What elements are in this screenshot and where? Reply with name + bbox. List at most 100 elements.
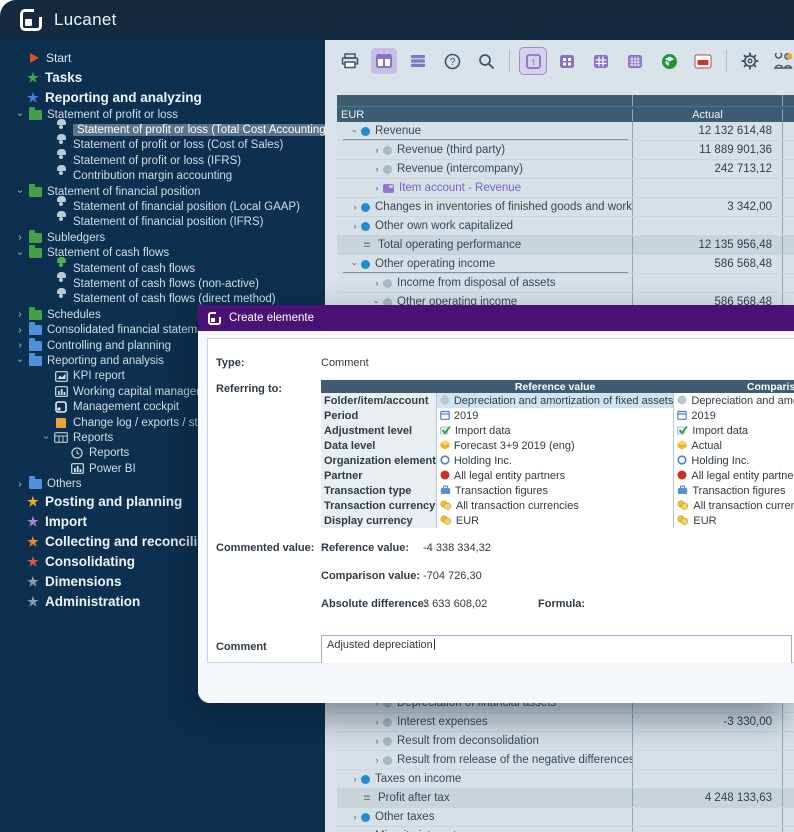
layout-table-icon[interactable] xyxy=(371,48,397,74)
chevron-collapsed-icon[interactable]: › xyxy=(14,479,26,490)
account-node-icon xyxy=(383,737,392,746)
chevron-collapsed-icon[interactable]: › xyxy=(14,325,26,336)
star-icon: ★ xyxy=(26,516,40,528)
sidebar-item-start[interactable]: ›Start xyxy=(0,48,325,67)
ref-table-row-organization-element[interactable]: Organization elementHolding Inc.Holding … xyxy=(321,453,794,468)
sidebar-item-statement-of-profit-or-loss-total-cost-accounting[interactable]: ›Statement of profit or loss (Total Cost… xyxy=(0,122,325,137)
chevron-collapsed-icon[interactable]: › xyxy=(14,232,26,243)
star-icon: ★ xyxy=(26,556,40,568)
cube-yellow-icon xyxy=(440,440,450,450)
table-row-revenue[interactable]: ›Revenue12 132 614,48 xyxy=(337,122,794,141)
chevron-expanded-icon[interactable]: › xyxy=(15,109,26,121)
chevron-collapsed-icon[interactable]: › xyxy=(371,755,383,765)
table-row-other-operating-income[interactable]: ›Other operating income586 568,48 xyxy=(337,255,794,274)
search-icon[interactable] xyxy=(473,48,499,74)
sidebar-item-statement-of-cash-flows[interactable]: ›Statement of cash flows xyxy=(0,246,325,261)
table-row-interest-expenses[interactable]: ›Interest expenses-3 330,00 xyxy=(337,713,794,732)
sidebar-item-subledgers[interactable]: ›Subledgers xyxy=(0,230,325,245)
chevron-expanded-icon[interactable]: › xyxy=(15,186,26,198)
report-card-icon[interactable] xyxy=(690,48,716,74)
grid-icon[interactable] xyxy=(554,48,580,74)
chevron-collapsed-icon[interactable]: › xyxy=(371,164,383,174)
total-equals-icon: = xyxy=(361,791,373,805)
globe-green-icon[interactable] xyxy=(656,48,682,74)
text-cell-icon[interactable]: t xyxy=(520,48,546,74)
sidebar-item-contribution-margin-accounting[interactable]: ›Contribution margin accounting xyxy=(0,169,325,184)
ref-table-row-transaction-currency[interactable]: Transaction currencyAll transaction curr… xyxy=(321,498,794,513)
ref-table-row-partner[interactable]: PartnerAll legal entity partnersAll lega… xyxy=(321,468,794,483)
chevron-expanded-icon[interactable]: › xyxy=(350,258,360,270)
sidebar-item-statement-of-profit-or-loss-cost-of-sales[interactable]: ›Statement of profit or loss (Cost of Sa… xyxy=(0,138,325,153)
chevron-collapsed-icon[interactable]: › xyxy=(14,309,26,320)
chevron-collapsed-icon[interactable]: › xyxy=(14,340,26,351)
chevron-collapsed-icon[interactable]: › xyxy=(371,145,383,155)
sidebar-item-statement-of-cash-flows[interactable]: ›Statement of cash flows xyxy=(0,261,325,276)
chevron-collapsed-icon[interactable]: › xyxy=(371,736,383,746)
person-light-icon xyxy=(54,293,68,305)
chevron-collapsed-icon[interactable]: › xyxy=(349,221,361,231)
users-badge-icon[interactable] xyxy=(771,48,794,74)
chevron-collapsed-icon[interactable]: › xyxy=(371,278,383,288)
ref-table-row-adjustment-level[interactable]: Adjustment levelImport dataImport data xyxy=(321,423,794,438)
table-row-changes-in-inventories-of-finished-goods-and-work[interactable]: ›Changes in inventories of finished good… xyxy=(337,198,794,217)
chevron-collapsed-icon[interactable]: › xyxy=(349,202,361,212)
chevron-collapsed-icon[interactable]: › xyxy=(371,183,383,193)
star-icon: ★ xyxy=(26,536,40,548)
sidebar-item-tasks[interactable]: ›★Tasks xyxy=(0,67,325,87)
table-row-taxes-on-income[interactable]: ›Taxes on income xyxy=(337,770,794,789)
account-node-icon xyxy=(383,756,392,765)
comparison-value-label: Comparison value: xyxy=(321,570,420,582)
sidebar-item-statement-of-financial-position-local-gaap[interactable]: ›Statement of financial position (Local … xyxy=(0,199,325,214)
table-row-result-from-release-of-the-negative-differences[interactable]: ›Result from release of the negative dif… xyxy=(337,751,794,770)
actual-value xyxy=(633,770,783,788)
sidebar-item-statement-of-financial-position-ifrs[interactable]: ›Statement of financial position (IFRS) xyxy=(0,215,325,230)
ref-table-row-period[interactable]: Period20192019 xyxy=(321,408,794,423)
item-account-icon xyxy=(383,184,394,193)
table-row-income-from-disposal-of-assets[interactable]: ›Income from disposal of assets xyxy=(337,274,794,293)
table-row-result-from-deconsolidation[interactable]: ›Result from deconsolidation xyxy=(337,732,794,751)
table-row-revenue-intercompany[interactable]: ›Revenue (intercompany)242 713,12 xyxy=(337,160,794,179)
sidebar-item-statement-of-profit-or-loss-ifrs[interactable]: ›Statement of profit or loss (IFRS) xyxy=(0,153,325,168)
chevron-collapsed-icon[interactable]: › xyxy=(349,812,361,822)
table-row-other-own-work-capitalized[interactable]: ›Other own work capitalized xyxy=(337,217,794,236)
folder-green-icon xyxy=(28,109,42,121)
gear-icon[interactable] xyxy=(737,48,763,74)
print-icon[interactable] xyxy=(337,48,363,74)
ref-table-row-display-currency[interactable]: Display currencyEUREUR xyxy=(321,513,794,528)
chevron-expanded-icon[interactable]: › xyxy=(15,355,26,367)
table-row-total-operating-performance[interactable]: ›=Total operating performance12 135 956,… xyxy=(337,236,794,255)
actual-value xyxy=(633,217,783,235)
check-green-icon xyxy=(677,425,688,435)
sidebar-item-statement-of-profit-or-loss[interactable]: ›Statement of profit or loss xyxy=(0,107,325,122)
chevron-collapsed-icon[interactable]: › xyxy=(349,774,361,784)
chevron-expanded-icon[interactable]: › xyxy=(41,432,52,444)
chevron-expanded-icon[interactable]: › xyxy=(350,125,360,137)
actual-value xyxy=(633,808,783,826)
ref-table-row-transaction-type[interactable]: Transaction typeTransaction figuresTrans… xyxy=(321,483,794,498)
ref-table-row-data-level[interactable]: Data levelForecast 3+9 2019 (eng)Actual xyxy=(321,438,794,453)
table-row-other-taxes[interactable]: ›Other taxes xyxy=(337,808,794,827)
sidebar-item-statement-of-cash-flows-non-active[interactable]: ›Statement of cash flows (non-active) xyxy=(0,276,325,291)
table-row-profit-after-tax[interactable]: ›=Profit after tax4 248 133,63 xyxy=(337,789,794,808)
folder-blue-icon xyxy=(28,478,42,490)
circle-red-icon xyxy=(440,470,450,480)
sidebar-item-statement-of-financial-position[interactable]: ›Statement of financial position xyxy=(0,184,325,199)
account-node-icon xyxy=(361,222,370,231)
table-row-minority-interests[interactable]: ›Minority interests xyxy=(337,827,794,832)
lucanet-mini-icon xyxy=(54,401,68,413)
circle-blue-icon xyxy=(677,455,687,465)
sidebar-item-reporting-and-analyzing[interactable]: ›★Reporting and analyzing xyxy=(0,87,325,107)
chevron-collapsed-icon[interactable]: › xyxy=(371,717,383,727)
dialog-title-bar[interactable]: Create elemente xyxy=(198,305,794,331)
type-value: Comment xyxy=(321,357,369,369)
help-icon[interactable]: ? xyxy=(439,48,465,74)
grid-dense-icon[interactable] xyxy=(622,48,648,74)
ref-table-row-folder-item-account[interactable]: Folder/item/accountDepreciation and amor… xyxy=(321,393,794,408)
grid-hash-icon[interactable] xyxy=(588,48,614,74)
actual-value: 11 889 901,36 xyxy=(633,141,783,159)
table-row-revenue-third-party[interactable]: ›Revenue (third party)11 889 901,36 xyxy=(337,141,794,160)
actual-value: 12 132 614,48 xyxy=(633,122,783,140)
chevron-expanded-icon[interactable]: › xyxy=(15,247,26,259)
rows-icon[interactable] xyxy=(405,48,431,74)
table-row-item-account-revenue[interactable]: ›Item account - Revenue xyxy=(337,179,794,198)
